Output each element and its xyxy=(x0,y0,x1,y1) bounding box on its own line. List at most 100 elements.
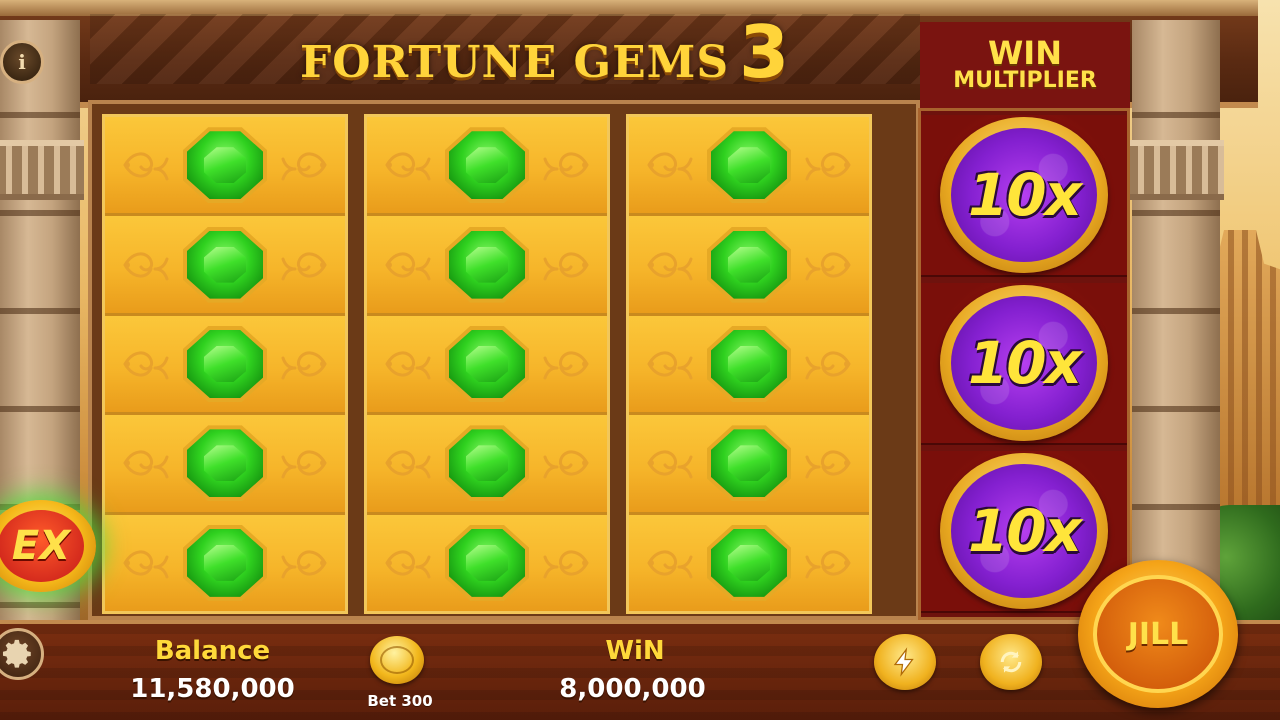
multiplier-value: 10x xyxy=(967,329,1082,397)
gem-facet xyxy=(466,544,508,581)
gem-body xyxy=(187,131,263,200)
reel-cell xyxy=(367,514,607,612)
green-gem-icon xyxy=(445,326,529,403)
game-title-number: 3 xyxy=(739,10,790,94)
ornament-scroll-icon xyxy=(533,443,591,483)
reel-frame xyxy=(88,100,920,620)
green-gem-icon xyxy=(183,226,267,303)
green-gem-icon xyxy=(707,127,791,204)
multiplier-coin-face: 10x xyxy=(951,128,1097,262)
gem-facet xyxy=(728,246,770,283)
pillar-cap xyxy=(0,140,84,200)
reel-cell xyxy=(629,514,869,612)
gem-facet xyxy=(728,544,770,581)
ornament-scroll-icon xyxy=(121,145,179,185)
multiplier-coin-face: 10x xyxy=(951,296,1097,430)
reel-cell xyxy=(367,117,607,217)
reel-cell xyxy=(629,117,869,217)
gem-body xyxy=(449,528,525,597)
ornament-scroll-icon xyxy=(795,245,853,285)
ornament-scroll-icon xyxy=(795,344,853,384)
win-multiplier-reel: 10x 10x 10x xyxy=(918,108,1130,620)
green-gem-icon xyxy=(445,425,529,502)
info-button[interactable]: i xyxy=(0,40,44,84)
ornament-scroll-icon xyxy=(645,543,703,583)
multiplier-coin: 10x xyxy=(940,285,1108,441)
ornament-scroll-icon xyxy=(271,344,329,384)
gem-body xyxy=(449,131,525,200)
gem-facet xyxy=(204,544,246,581)
green-gem-icon xyxy=(183,326,267,403)
ornament-scroll-icon xyxy=(533,145,591,185)
gem-body xyxy=(711,131,787,200)
right-pillar xyxy=(1128,20,1224,620)
multiplier-coin: 10x xyxy=(940,117,1108,273)
ornament-scroll-icon xyxy=(383,145,441,185)
multiplier-value: 10x xyxy=(967,161,1082,229)
win-label: WiN xyxy=(605,636,665,666)
ornament-scroll-icon xyxy=(271,145,329,185)
green-gem-icon xyxy=(445,226,529,303)
ornament-scroll-icon xyxy=(383,344,441,384)
ornament-scroll-icon xyxy=(271,245,329,285)
ornament-scroll-icon xyxy=(121,443,179,483)
ornament-scroll-icon xyxy=(271,443,329,483)
reel-cell xyxy=(105,216,345,316)
pillar-cap xyxy=(1128,140,1224,200)
extra-bet-button[interactable]: EX xyxy=(0,500,96,592)
gem-body xyxy=(711,429,787,498)
ornament-scroll-icon xyxy=(795,443,853,483)
gem-body xyxy=(187,429,263,498)
ornament-scroll-icon xyxy=(383,543,441,583)
green-gem-icon xyxy=(707,425,791,502)
gem-facet xyxy=(204,346,246,383)
balance-value: 11,580,000 xyxy=(130,674,295,704)
multiplier-value: 10x xyxy=(967,497,1082,565)
autoplay-button[interactable] xyxy=(980,634,1042,690)
gem-facet xyxy=(466,147,508,184)
gem-facet xyxy=(204,147,246,184)
gem-facet xyxy=(728,147,770,184)
turbo-button[interactable] xyxy=(874,634,936,690)
game-title: FORTUNE GEMS 3 xyxy=(300,10,790,94)
reel-cell xyxy=(367,216,607,316)
ornament-scroll-icon xyxy=(533,543,591,583)
reel-2 xyxy=(364,114,610,614)
multiplier-coin: 10x xyxy=(940,453,1108,609)
spin-button-label: JILL xyxy=(1127,616,1189,652)
reel-cell xyxy=(629,216,869,316)
green-gem-icon xyxy=(707,524,791,601)
ornament-scroll-icon xyxy=(533,344,591,384)
multiplier-coin-face: 10x xyxy=(951,464,1097,598)
reel-cell xyxy=(105,415,345,515)
gem-body xyxy=(711,230,787,299)
spin-button[interactable]: JILL xyxy=(1078,560,1238,708)
green-gem-icon xyxy=(707,326,791,403)
gear-icon xyxy=(2,639,31,668)
gem-facet xyxy=(204,445,246,482)
ornament-scroll-icon xyxy=(271,543,329,583)
green-gem-icon xyxy=(183,425,267,502)
multiplier-slot: 10x xyxy=(921,115,1127,277)
reel-cell xyxy=(367,315,607,416)
gem-body xyxy=(449,429,525,498)
bet-coin-button[interactable] xyxy=(370,636,424,684)
gem-facet xyxy=(466,346,508,383)
reel-1 xyxy=(102,114,348,614)
green-gem-icon xyxy=(445,524,529,601)
reel-cell xyxy=(629,415,869,515)
balance-label: Balance xyxy=(154,636,271,666)
ornament-scroll-icon xyxy=(645,145,703,185)
gem-body xyxy=(449,230,525,299)
win-multiplier-subtitle: MULTIPLIER xyxy=(953,67,1097,93)
gem-body xyxy=(187,528,263,597)
win-value: 8,000,000 xyxy=(559,674,706,704)
spin-button-ring: JILL xyxy=(1093,575,1223,693)
green-gem-icon xyxy=(707,226,791,303)
reel-cell xyxy=(105,315,345,416)
ornament-scroll-icon xyxy=(121,245,179,285)
gem-facet xyxy=(728,346,770,383)
win-multiplier-title: WIN xyxy=(988,33,1062,72)
ornament-scroll-icon xyxy=(533,245,591,285)
reel-3 xyxy=(626,114,872,614)
